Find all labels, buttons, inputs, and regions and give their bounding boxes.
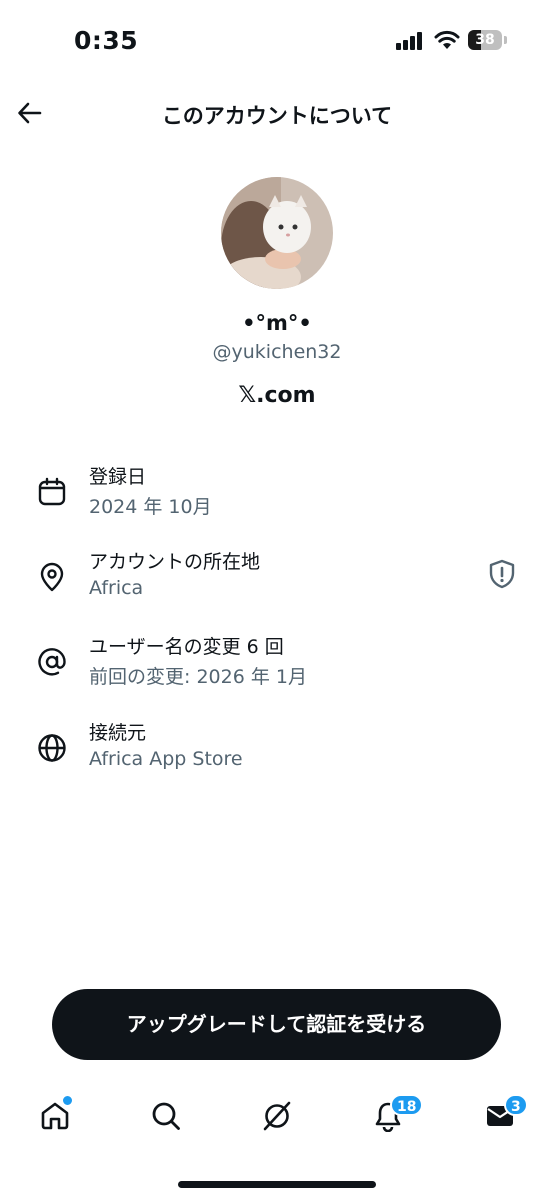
signal-icon xyxy=(396,30,426,50)
grok-icon xyxy=(263,1101,291,1131)
home-indicator xyxy=(178,1181,376,1188)
display-name: •°m°• xyxy=(242,311,312,335)
notifications-badge: 18 xyxy=(390,1094,424,1116)
home-unread-dot xyxy=(61,1094,74,1107)
info-label: 登録日 xyxy=(89,466,147,488)
tab-home[interactable] xyxy=(35,1094,75,1136)
tab-grok[interactable] xyxy=(257,1096,297,1136)
calendar-icon xyxy=(38,477,66,506)
info-row-joined: 登録日 2024 年 10月 xyxy=(0,460,554,522)
info-value: 前回の変更: 2026 年 1月 xyxy=(89,666,307,688)
page-title: このアカウントについて xyxy=(161,104,393,128)
info-value: Africa xyxy=(89,577,144,599)
messages-badge: 3 xyxy=(504,1094,528,1116)
location-pin-icon xyxy=(40,562,64,592)
battery-level: 38 xyxy=(475,32,495,48)
avatar-image xyxy=(221,177,333,289)
info-value: Africa App Store xyxy=(89,748,243,770)
info-label: アカウントの所在地 xyxy=(89,551,261,573)
tab-messages[interactable]: 3 xyxy=(480,1094,528,1136)
status-time: 0:35 xyxy=(74,26,139,55)
info-value: 2024 年 10月 xyxy=(89,496,212,518)
info-label: 接続元 xyxy=(89,722,147,744)
shield-icon[interactable] xyxy=(488,559,516,589)
status-bar: 0:35 38 xyxy=(0,0,554,84)
at-sign-icon xyxy=(38,648,66,676)
search-icon xyxy=(152,1102,180,1130)
info-row-username-changes: ユーザー名の変更 6 回 前回の変更: 2026 年 1月 xyxy=(0,630,554,692)
tab-notifications[interactable]: 18 xyxy=(368,1094,424,1136)
wifi-icon xyxy=(434,30,460,49)
upgrade-verify-button[interactable]: アップグレードして認証を受ける xyxy=(52,989,501,1060)
info-row-location: アカウントの所在地 Africa xyxy=(0,545,554,607)
info-row-connected-via: 接続元 Africa App Store xyxy=(0,716,554,778)
avatar[interactable] xyxy=(221,177,333,289)
info-label: ユーザー名の変更 6 回 xyxy=(89,636,284,658)
username-handle: @yukichen32 xyxy=(212,341,342,363)
page-header: このアカウントについて xyxy=(0,88,554,140)
tab-search[interactable] xyxy=(146,1096,186,1136)
globe-icon xyxy=(38,734,66,762)
site-domain: 𝕏.com xyxy=(238,383,316,408)
battery-icon: 38 xyxy=(468,30,508,50)
